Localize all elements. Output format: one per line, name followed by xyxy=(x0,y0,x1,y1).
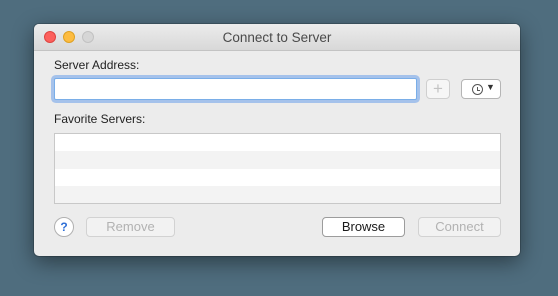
favorite-servers-list[interactable] xyxy=(54,133,501,204)
remove-button[interactable]: Remove xyxy=(86,217,175,237)
window-title: Connect to Server xyxy=(222,30,332,45)
title-bar[interactable]: Connect to Server xyxy=(34,24,520,51)
list-item xyxy=(55,134,500,151)
recent-servers-button[interactable]: ▼ xyxy=(461,79,501,99)
add-favorite-button[interactable]: + xyxy=(426,79,450,99)
help-button[interactable]: ? xyxy=(54,217,74,237)
question-mark-icon: ? xyxy=(60,220,68,234)
connect-to-server-window: Connect to Server Server Address: + ▼ Fa… xyxy=(34,24,520,256)
chevron-down-icon: ▼ xyxy=(486,82,495,92)
connect-button[interactable]: Connect xyxy=(418,217,501,237)
server-address-label: Server Address: xyxy=(54,58,140,72)
server-address-input[interactable] xyxy=(54,78,417,100)
list-item xyxy=(55,169,500,186)
browse-button[interactable]: Browse xyxy=(322,217,405,237)
plus-icon: + xyxy=(433,79,443,98)
list-item xyxy=(55,185,500,203)
favorite-servers-label: Favorite Servers: xyxy=(54,112,146,126)
clock-icon xyxy=(472,84,483,95)
list-item xyxy=(55,151,500,169)
